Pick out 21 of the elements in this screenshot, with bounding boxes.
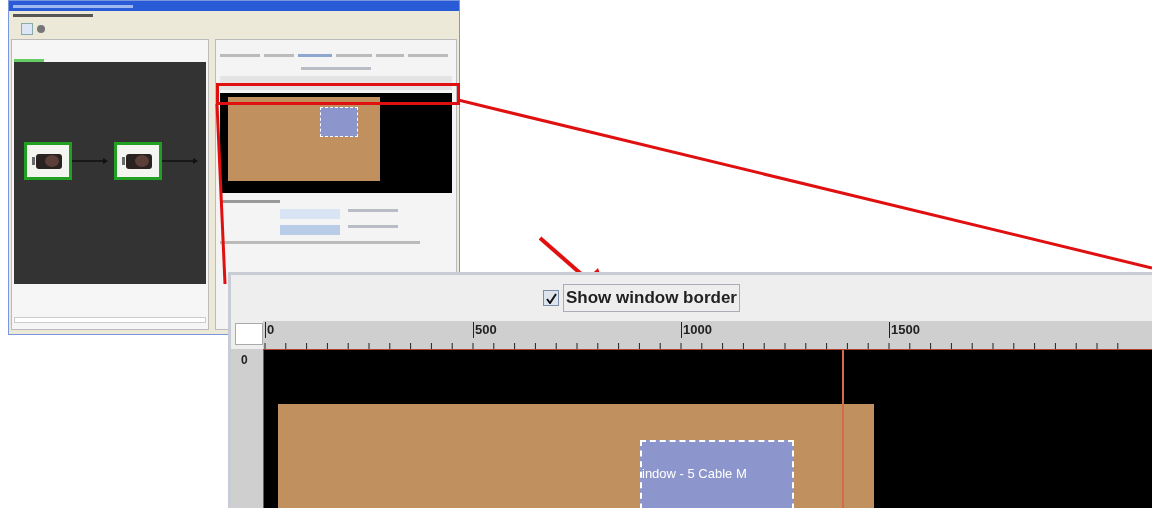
ruler-label: 0 xyxy=(241,352,248,369)
checkbox-label[interactable]: Show window border xyxy=(563,284,740,312)
ruler-label: 0 xyxy=(265,322,275,338)
projector-thumbnail[interactable] xyxy=(114,142,162,180)
connection-arrow xyxy=(72,158,108,164)
window-area xyxy=(320,107,358,137)
blurred-text xyxy=(220,200,280,203)
window-label: indow - 5 Cable M xyxy=(642,465,747,483)
ruler-label: 500 xyxy=(473,322,497,338)
ruler-label: 1500 xyxy=(889,322,920,338)
toolbar-button[interactable] xyxy=(37,25,45,33)
blurred-text xyxy=(348,209,398,212)
toolbar-button[interactable] xyxy=(21,23,33,35)
ruler-corner xyxy=(235,323,263,345)
ruler-label: 1000 xyxy=(681,322,712,338)
checkbox[interactable] xyxy=(543,290,559,306)
checkmark-icon xyxy=(545,292,557,304)
projector-thumbnail[interactable] xyxy=(24,142,72,180)
blurred-text xyxy=(348,225,398,228)
blurred-text xyxy=(301,66,371,70)
connection-arrow xyxy=(162,158,198,164)
